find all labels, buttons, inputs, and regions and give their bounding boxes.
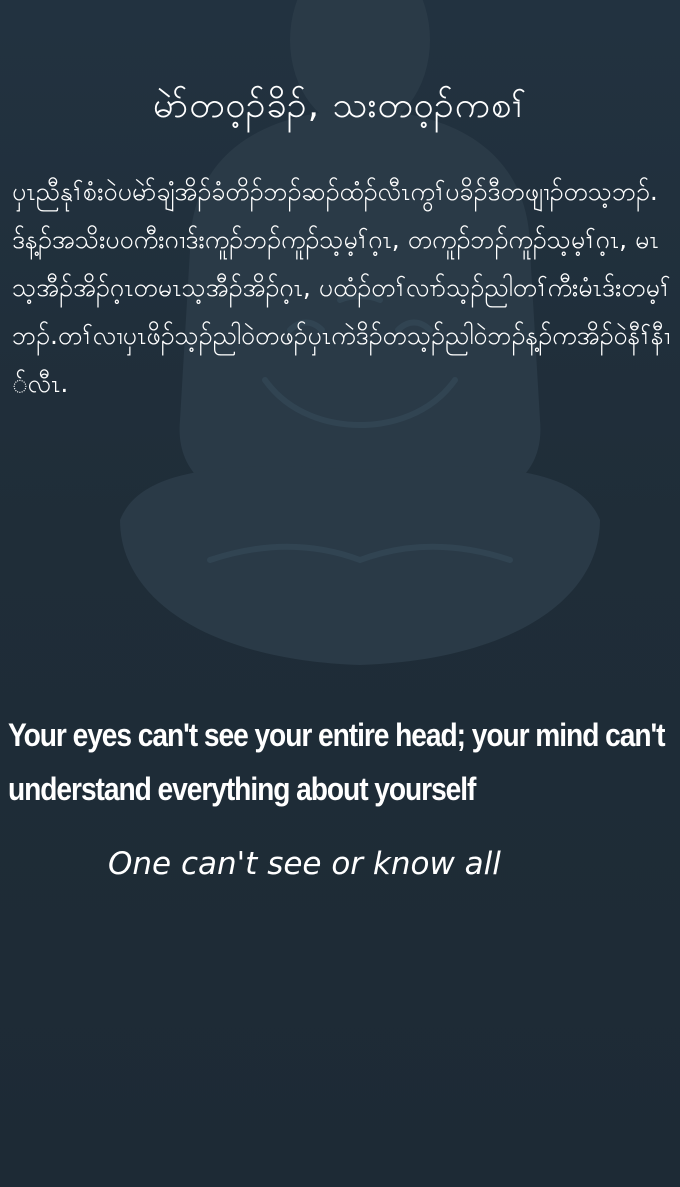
- quote-card: မဲာ်တဝ့ၣ်ခိၣ်, သးတဝ့ၣ်ကစၢ် ပှၤညီနုၢ်စံးဝ…: [0, 0, 680, 1187]
- page-title: မဲာ်တဝ့ၣ်ခိၣ်, သးတဝ့ၣ်ကစၢ်: [152, 85, 528, 126]
- tagline: One can't see or know all: [108, 846, 501, 882]
- english-quote-line-1: Your eyes can't see your entire head; yo…: [8, 717, 665, 753]
- english-quote: Your eyes can't see your entire head; yo…: [8, 708, 665, 816]
- english-quote-line-2: understand everything about yourself: [8, 771, 476, 807]
- body-paragraph: ပှၤညီနုၢ်စံးဝဲပမဲာ်ချံအိၣ်ခံတိၣ်ဘၣ်ဆၣ်ထံ…: [12, 177, 671, 398]
